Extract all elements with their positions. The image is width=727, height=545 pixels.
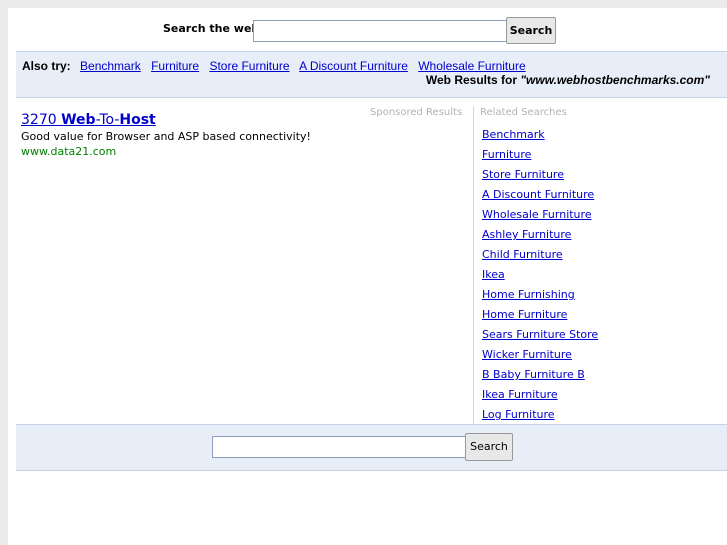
web-results-prefix: Web Results for [425, 73, 517, 87]
related-item[interactable]: Home Furnishing [482, 288, 598, 308]
also-try-link-a-discount-furniture[interactable]: A Discount Furniture [299, 59, 408, 73]
related-item[interactable]: Sears Furniture Store [482, 328, 598, 348]
related-item[interactable]: Wholesale Furniture [482, 208, 598, 228]
bottom-search-bar: Search [16, 424, 727, 471]
also-try-link-wholesale-furniture[interactable]: Wholesale Furniture [418, 59, 525, 73]
ad-description: Good value for Browser and ASP based con… [21, 130, 311, 143]
bottom-search-input[interactable] [212, 436, 466, 458]
also-try-link-furniture[interactable]: Furniture [151, 59, 199, 73]
related-item[interactable]: Benchmark [482, 128, 598, 148]
web-results-heading: Web Results for "www.webhostbenchmarks.c… [426, 73, 710, 87]
related-item[interactable]: Wicker Furniture [482, 348, 598, 368]
ad-url[interactable]: www.data21.com [21, 145, 116, 158]
also-try-row: Also try: Benchmark Furniture Store Furn… [22, 59, 533, 73]
related-item[interactable]: Store Furniture [482, 168, 598, 188]
related-item[interactable]: A Discount Furniture [482, 188, 598, 208]
ad-title-part: Web [61, 112, 96, 128]
related-item[interactable]: Ikea [482, 268, 598, 288]
related-item[interactable]: Furniture [482, 148, 598, 168]
related-item[interactable]: Ikea Furniture [482, 388, 598, 408]
also-try-title: Also try: [22, 59, 71, 73]
also-try-link-benchmark[interactable]: Benchmark [80, 59, 141, 73]
search-label: Search the web: [163, 22, 264, 35]
related-searches-list: Benchmark Furniture Store Furniture A Di… [482, 128, 598, 428]
related-item[interactable]: B Baby Furniture B [482, 368, 598, 388]
related-searches-label: Related Searches [480, 107, 567, 118]
page: Search the web: Search Also try: Benchma… [8, 8, 727, 545]
top-search-bar: Search the web: Search [8, 8, 727, 52]
also-try-link-store-furniture[interactable]: Store Furniture [209, 59, 289, 73]
related-item[interactable]: Ashley Furniture [482, 228, 598, 248]
related-item[interactable]: Home Furniture [482, 308, 598, 328]
web-results-query: "www.webhostbenchmarks.com" [520, 73, 710, 87]
related-item[interactable]: Child Furniture [482, 248, 598, 268]
sponsored-results-label: Sponsored Results [370, 107, 463, 118]
ad-title-link[interactable]: 3270 Web-To-Host [21, 112, 156, 128]
search-button[interactable]: Search [506, 17, 556, 44]
related-divider [473, 106, 474, 424]
search-input[interactable] [253, 20, 507, 42]
bottom-search-button[interactable]: Search [465, 433, 513, 461]
ad-title-part: -To- [95, 112, 120, 128]
ad-title-part: Host [119, 112, 156, 128]
also-try-bar: Also try: Benchmark Furniture Store Furn… [16, 51, 727, 98]
ad-title-part: 3270 [21, 112, 62, 128]
